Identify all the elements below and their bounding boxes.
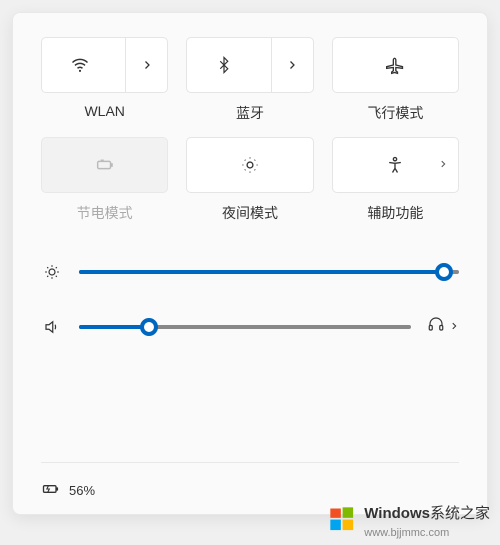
airplane-icon bbox=[385, 55, 405, 75]
bluetooth-label: 蓝牙 bbox=[236, 103, 264, 123]
quick-tiles-grid: WLAN 蓝牙 bbox=[41, 37, 459, 223]
battery-saver-button[interactable] bbox=[41, 137, 168, 193]
watermark-brand: Windows bbox=[364, 505, 430, 522]
status-bar: 56% bbox=[41, 462, 459, 502]
airplane-button[interactable] bbox=[332, 37, 459, 93]
tile-wlan: WLAN bbox=[41, 37, 168, 123]
brightness-slider[interactable] bbox=[79, 263, 459, 281]
night-light-icon bbox=[240, 155, 260, 175]
tile-night-light: 夜间模式 bbox=[186, 137, 313, 223]
volume-slider[interactable] bbox=[79, 318, 411, 336]
accessibility-label: 辅助功能 bbox=[367, 203, 423, 223]
quick-settings-panel: WLAN 蓝牙 bbox=[12, 12, 488, 515]
battery-saver-label: 节电模式 bbox=[77, 203, 133, 223]
night-light-button[interactable] bbox=[186, 137, 313, 193]
watermark-site: 系统之家 bbox=[430, 505, 490, 522]
wifi-icon bbox=[70, 55, 90, 75]
brightness-icon bbox=[41, 263, 63, 281]
chevron-right-icon bbox=[438, 156, 448, 174]
windows-logo-icon bbox=[328, 505, 356, 538]
battery-charging-icon bbox=[41, 479, 61, 502]
tile-airplane: 飞行模式 bbox=[332, 37, 459, 123]
bluetooth-icon bbox=[215, 56, 233, 74]
tile-bluetooth: 蓝牙 bbox=[186, 37, 313, 123]
accessibility-icon bbox=[385, 155, 405, 175]
battery-percent-text: 56% bbox=[69, 483, 95, 498]
tile-accessibility: 辅助功能 bbox=[332, 137, 459, 223]
headphones-icon bbox=[427, 315, 445, 338]
bluetooth-expand-button[interactable] bbox=[271, 38, 313, 92]
airplane-label: 飞行模式 bbox=[367, 103, 423, 123]
accessibility-button[interactable] bbox=[332, 137, 459, 193]
volume-icon bbox=[41, 318, 63, 336]
wlan-expand-button[interactable] bbox=[125, 38, 167, 92]
watermark-domain: www.bjjmmc.com bbox=[364, 527, 449, 539]
wlan-label: WLAN bbox=[84, 103, 124, 119]
tile-battery-saver: 节电模式 bbox=[41, 137, 168, 223]
watermark: Windows系统之家 www.bjjmmc.com bbox=[328, 502, 490, 541]
bluetooth-button[interactable] bbox=[186, 37, 313, 93]
audio-output-button[interactable] bbox=[427, 315, 459, 338]
volume-row bbox=[41, 315, 459, 338]
chevron-right-icon bbox=[449, 318, 459, 336]
night-light-label: 夜间模式 bbox=[222, 203, 278, 223]
wlan-button[interactable] bbox=[41, 37, 168, 93]
battery-saver-icon bbox=[94, 154, 116, 176]
sliders-section bbox=[41, 263, 459, 338]
brightness-row bbox=[41, 263, 459, 281]
